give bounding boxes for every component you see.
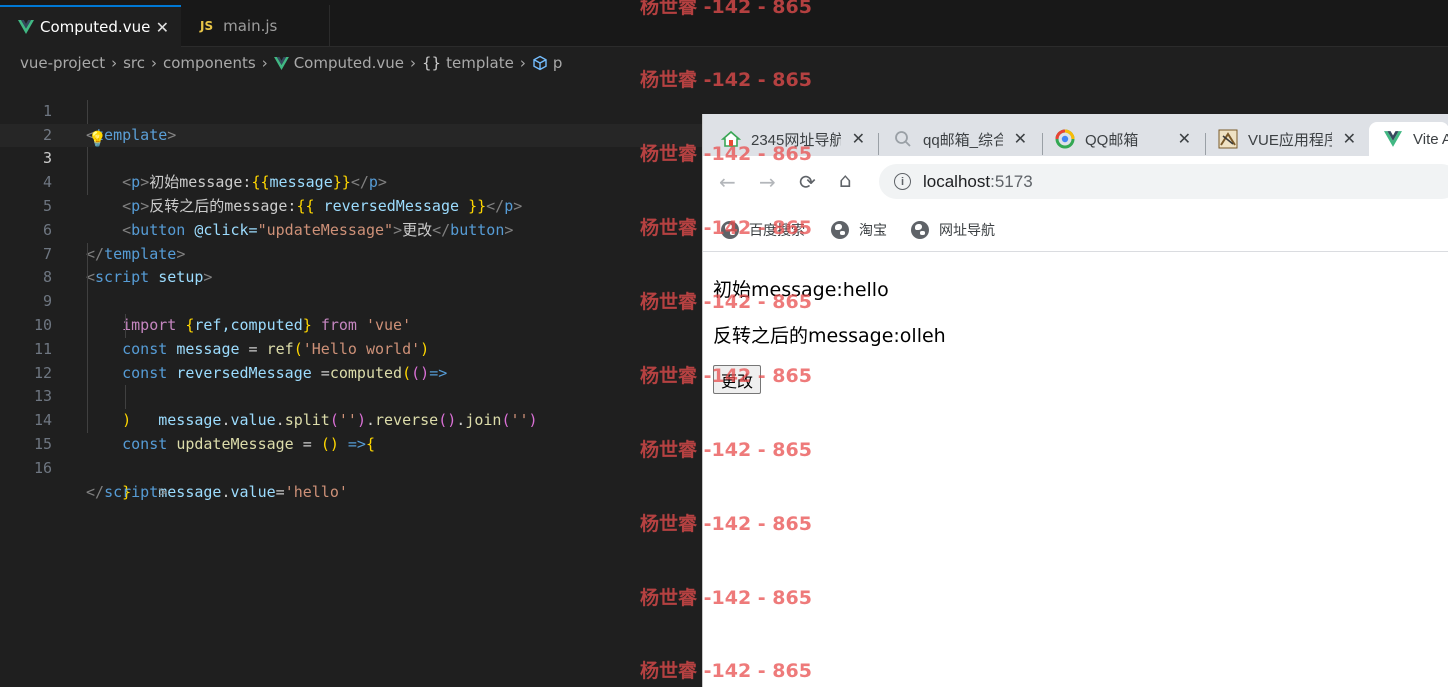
browser-window: 2345网址导航 ✕ qq邮箱_综合 ✕ QQ邮箱 ✕ VUE应用程序 ✕ Vi… <box>702 114 1448 687</box>
cube-icon <box>533 55 547 71</box>
breadcrumb-item[interactable]: components <box>163 54 256 72</box>
code-line: 10 const reversedMessage =computed(()=> <box>0 290 702 382</box>
update-button[interactable]: 更改 <box>713 365 762 394</box>
close-icon[interactable]: ✕ <box>852 129 865 149</box>
globe-icon <box>831 221 849 239</box>
initial-message: 初始message:hello <box>713 279 889 301</box>
2345-icon <box>721 129 741 149</box>
reload-icon[interactable]: ⟳ <box>799 170 816 194</box>
bookmark-item[interactable]: 淘宝 <box>831 220 887 240</box>
chevron-right-icon: › <box>151 54 157 72</box>
browser-toolbar: ← → ⟳ ⌂ i localhost:5173 <box>703 156 1448 208</box>
code-line: 9 const message = ref('Hello world') <box>0 266 702 358</box>
breadcrumb-item[interactable]: template <box>446 54 514 72</box>
browser-tab[interactable]: qq邮箱_综合 ✕ <box>893 122 1033 156</box>
bookmarks-bar: 百度搜索 淘宝 网址导航 <box>703 208 1448 252</box>
chevron-right-icon: › <box>410 54 416 72</box>
browser-tab[interactable]: VUE应用程序 ✕ <box>1218 122 1362 156</box>
close-icon[interactable]: ✕ <box>156 18 169 37</box>
breadcrumb-item[interactable]: p <box>553 54 563 72</box>
browser-tab[interactable]: QQ邮箱 ✕ <box>1055 122 1197 156</box>
reversed-message: 反转之后的message:olleh <box>713 325 946 347</box>
vite-vue-icon <box>1383 129 1403 149</box>
home-icon[interactable]: ⌂ <box>839 168 852 192</box>
forward-icon[interactable]: → <box>759 170 776 194</box>
close-icon[interactable]: ✕ <box>1178 129 1191 149</box>
code-line: 8 import {ref,computed} from 'vue' <box>0 242 702 334</box>
chevron-right-icon: › <box>261 54 268 72</box>
code-area[interactable]: 1 <template> 2 <p>初始message:{{message}}<… <box>0 76 702 501</box>
bookmark-item[interactable]: 百度搜索 <box>721 220 805 240</box>
address-bar[interactable]: i localhost:5173 <box>879 164 1448 199</box>
chevron-right-icon: › <box>111 54 118 72</box>
js-icon: JS <box>200 19 214 33</box>
vue-icon <box>18 20 34 34</box>
breadcrumb-item[interactable]: vue-project <box>20 54 105 72</box>
browser-tab[interactable]: 2345网址导航 ✕ <box>721 122 871 156</box>
code-line: 1 <template> <box>0 76 702 144</box>
globe-icon <box>911 221 929 239</box>
breadcrumb-item[interactable]: Computed.vue <box>294 54 404 72</box>
code-line: 7 <script setup> <box>0 219 702 287</box>
qqmail-icon <box>1055 129 1075 149</box>
bookmark-item[interactable]: 网址导航 <box>911 220 995 240</box>
code-line: 13 const updateMessage = () =>{ <box>0 361 702 453</box>
vue-app-icon <box>1218 129 1238 149</box>
globe-icon <box>721 221 739 239</box>
code-line: 6 </template> <box>0 195 702 263</box>
breadcrumb-item[interactable]: src <box>123 54 145 72</box>
vue-icon <box>273 56 289 70</box>
breadcrumb: vue-project › src › components › Compute… <box>20 52 562 74</box>
tab-label: main.js <box>223 17 278 35</box>
code-line: 12 ) <box>0 337 702 429</box>
code-line: 15 } <box>0 409 702 501</box>
close-icon[interactable]: ✕ <box>1014 129 1027 149</box>
close-icon[interactable]: ✕ <box>1343 129 1356 149</box>
editor-tab-bar: Computed.vue ✕ JS main.js <box>0 5 1448 47</box>
search-icon <box>893 129 913 149</box>
chevron-right-icon: › <box>519 54 526 72</box>
url-host: localhost <box>923 171 991 191</box>
braces-icon: {} <box>422 54 442 72</box>
tab-main-js[interactable]: JS main.js <box>182 5 330 47</box>
code-line: 11 message.value.split('').reverse().joi… <box>0 313 702 429</box>
code-line: 5 <box>0 171 702 215</box>
line-number: 16 <box>33 458 52 477</box>
code-line: 2 <p>初始message:{{message}}</p> <box>0 99 702 191</box>
code-line: 16 </script> <box>0 433 702 501</box>
browser-tab-strip: 2345网址导航 ✕ qq邮箱_综合 ✕ QQ邮箱 ✕ VUE应用程序 ✕ Vi… <box>703 114 1448 156</box>
browser-tab-active[interactable]: Vite App <box>1369 122 1448 156</box>
url-port: :5173 <box>990 171 1033 191</box>
info-icon[interactable]: i <box>894 173 911 190</box>
code-line: 14 message.value='hello' <box>0 385 702 501</box>
tab-label: Computed.vue <box>40 18 151 36</box>
back-icon[interactable]: ← <box>719 170 736 194</box>
code-line-active: 3 💡 <p>反转之后的message:{{ reversedMessage }… <box>0 124 702 215</box>
tab-computed-vue[interactable]: Computed.vue ✕ <box>0 5 181 47</box>
code-line: 4 <button @click="updateMessage">更改</but… <box>0 147 702 239</box>
page-content: 初始message:hello 反转之后的message:olleh 更改 <box>703 253 1448 687</box>
